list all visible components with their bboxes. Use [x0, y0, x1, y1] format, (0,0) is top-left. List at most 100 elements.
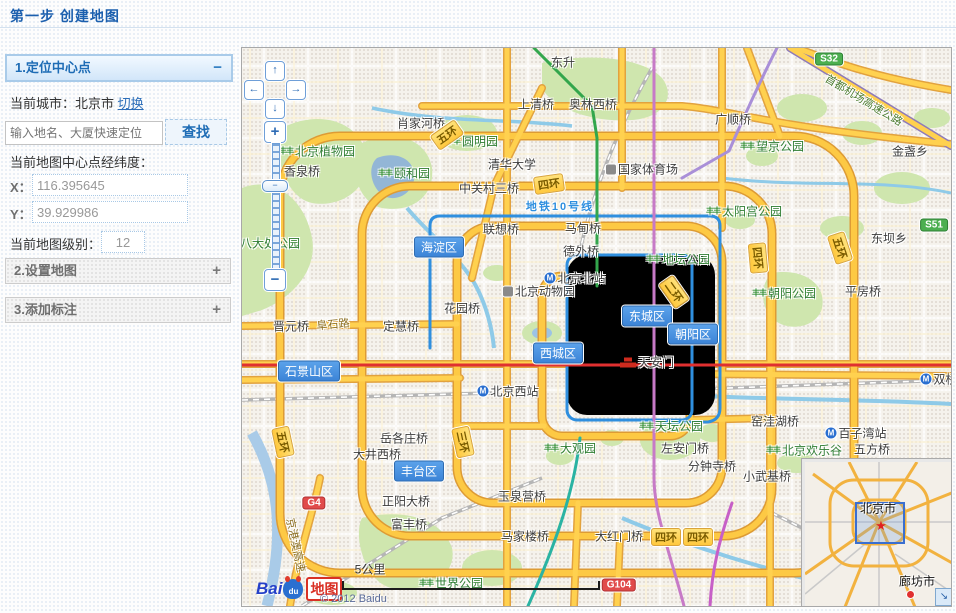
panel-map-settings-header[interactable]: 2.设置地图 + [5, 258, 231, 284]
poi-icon [606, 164, 616, 174]
map-label: 五方桥 [854, 441, 890, 458]
y-label: Y： [10, 204, 32, 223]
park-icon: 丰丰 [706, 206, 720, 216]
panel-add-marker-title: 3.添加标注 [6, 302, 77, 317]
map-label: 丰丰颐和园 [378, 165, 430, 182]
map-label: 丰丰北京植物园 [279, 143, 355, 160]
map-label: 定慧桥 [383, 318, 419, 335]
pan-up-button[interactable]: ↑ [265, 61, 285, 81]
baidu-paw-icon: du [283, 579, 303, 599]
map-label: 中关村三桥 [459, 180, 519, 197]
metro-icon: M [825, 428, 836, 439]
x-coordinate-field[interactable] [32, 174, 188, 196]
highway-route-badge: G104 [602, 579, 636, 592]
minimap-star-icon: ★ [875, 518, 887, 534]
minimap-overview[interactable]: 北京市 ★ 廊坊市 ↘ [802, 459, 952, 607]
highway-route-badge: S51 [920, 219, 948, 232]
expand-icon[interactable]: + [212, 298, 221, 322]
zoo-icon [503, 286, 513, 296]
highway-route-badge: S32 [815, 53, 843, 66]
map-label: 北京动物园 [503, 283, 575, 300]
scale-bar [342, 582, 600, 590]
map-label: 正阳大桥 [382, 493, 430, 510]
panel-locate-center-title: 1.定位中心点 [7, 60, 91, 75]
district-badge[interactable]: 丰台区 [394, 461, 444, 482]
center-coords-label: 当前地图中心点经纬度： [10, 152, 153, 171]
map-label: 丰丰天坛公园 [639, 418, 703, 435]
map-label: 八大处公园 [241, 235, 300, 252]
zoom-out-button[interactable]: − [264, 269, 286, 291]
district-badge[interactable]: 西城区 [533, 343, 583, 364]
map-label: 丰丰朝阳公园 [752, 285, 816, 302]
map-label: 广顺桥 [715, 111, 751, 128]
panel-add-marker-header[interactable]: 3.添加标注 + [5, 297, 231, 323]
map-label: 丰丰地坛公园 [646, 251, 710, 268]
expand-icon[interactable]: + [212, 259, 221, 283]
district-badge[interactable]: 朝阳区 [668, 324, 718, 345]
map-label: 国家体育场 [606, 161, 678, 178]
district-badge[interactable]: 东城区 [622, 306, 672, 327]
ring-road-badge: 四环 [683, 528, 713, 546]
map-label: 上清桥 [518, 96, 554, 113]
map-label: 香泉桥 [284, 163, 320, 180]
map-label: 金盏乡 [892, 143, 928, 160]
current-city-label: 当前城市： [10, 96, 75, 111]
map-label: 奥林西桥 [569, 96, 617, 113]
minimap-collapse-button[interactable]: ↘ [935, 588, 952, 606]
minimap-city2-label: 廊坊市 [899, 573, 935, 590]
map-label: 晋元桥 [273, 318, 309, 335]
map-label: 清华大学 [488, 156, 536, 173]
panel-locate-center-header[interactable]: 1.定位中心点 − [5, 54, 233, 82]
zoom-slider-handle[interactable]: − [262, 180, 288, 192]
map-label: 富丰桥 [391, 516, 427, 533]
park-icon: 丰丰 [378, 168, 392, 178]
map-label: 丰丰太阳宫公园 [706, 203, 782, 220]
zoom-slider-track[interactable] [272, 143, 280, 279]
ring-road-badge: 四环 [748, 242, 769, 273]
current-city-value: 北京市 [75, 96, 114, 111]
map-label: M北京西站 [477, 383, 538, 400]
map-viewport[interactable]: 东升肖家河桥上清桥奥林西桥广顺桥香泉桥清华大学中关村三桥金盏乡联想桥马甸桥德外桥… [241, 47, 952, 607]
x-label: X： [10, 177, 32, 196]
minimap-city-label: 北京市 [860, 500, 896, 517]
baidu-logo-bai: Bai [256, 579, 282, 599]
map-label: 丰丰大观园 [544, 440, 596, 457]
map-label: 大井西桥 [353, 446, 401, 463]
panel-map-settings-title: 2.设置地图 [6, 263, 77, 278]
park-icon: 丰丰 [639, 421, 653, 431]
park-icon: 丰丰 [279, 146, 293, 156]
map-label: 小武基桥 [743, 468, 791, 485]
map-label: 分钟寺桥 [688, 458, 736, 475]
header-divider [0, 27, 956, 28]
district-badge[interactable]: 石景山区 [278, 361, 340, 382]
map-label: 联想桥 [483, 221, 519, 238]
search-input[interactable] [5, 121, 163, 145]
map-label: 玉泉营桥 [498, 488, 546, 505]
zoom-in-button[interactable]: + [264, 121, 286, 143]
metro-icon: M [477, 386, 488, 397]
map-label: M双桥 [920, 371, 952, 388]
y-coordinate-field[interactable] [32, 201, 188, 223]
map-level-field[interactable] [101, 231, 145, 253]
map-label: 丰丰北京欢乐谷 [766, 442, 842, 459]
map-label: 德外桥 [563, 243, 599, 260]
map-label: 马甸桥 [565, 220, 601, 237]
ring-road-badge: 四环 [651, 528, 681, 546]
pan-right-button[interactable]: → [286, 80, 306, 100]
collapse-icon[interactable]: − [213, 56, 222, 80]
app-window: 第一步 创建地图 1.定位中心点 − 当前城市：北京市 切换 查找 当前地图中心… [0, 0, 956, 613]
map-label: 岳各庄桥 [380, 430, 428, 447]
switch-city-link[interactable]: 切换 [118, 96, 144, 111]
district-badge[interactable]: 海淀区 [414, 237, 464, 258]
search-button[interactable]: 查找 [165, 119, 227, 145]
pan-down-button[interactable]: ↓ [265, 99, 285, 119]
park-icon: 丰丰 [740, 141, 754, 151]
map-copyright: © 2012 Baidu [320, 593, 387, 605]
highway-route-badge: G4 [302, 497, 325, 510]
map-label: 东升 [551, 54, 575, 71]
park-icon: 丰丰 [752, 288, 766, 298]
pan-left-button[interactable]: ← [244, 80, 264, 100]
park-icon: 丰丰 [646, 254, 660, 264]
metro-icon: M [920, 374, 931, 385]
tam-icon [620, 357, 636, 367]
